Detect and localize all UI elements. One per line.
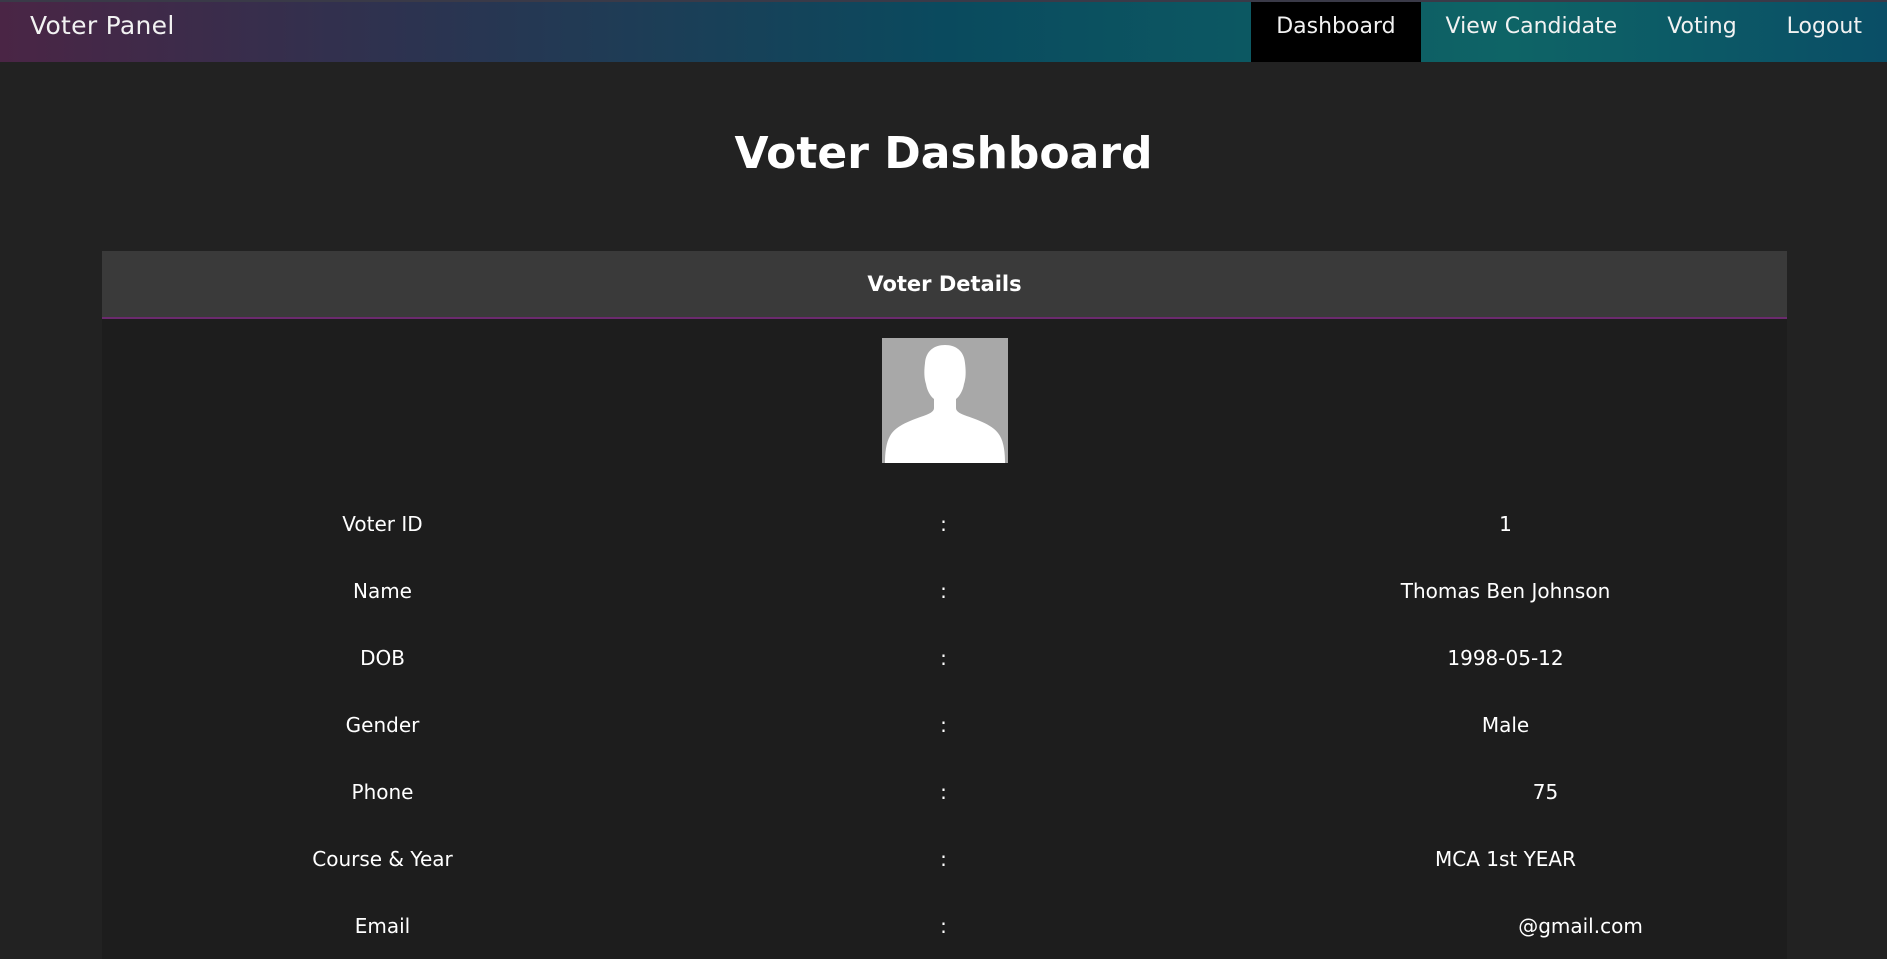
row-value: Thomas Ben Johnson <box>1400 578 1611 603</box>
table-row: Phone : 75 <box>102 758 1787 825</box>
row-separator: : <box>940 846 947 871</box>
person-silhouette-icon <box>885 345 1005 463</box>
nav-logout-link[interactable]: Logout <box>1762 2 1887 62</box>
row-separator: : <box>940 645 947 670</box>
row-separator: : <box>940 779 947 804</box>
nav-voting-link[interactable]: Voting <box>1642 2 1761 62</box>
nav-view-candidate-link[interactable]: View Candidate <box>1421 2 1643 62</box>
voter-details-table: Voter ID : 1 Name : Thomas Ben Johnson D… <box>102 490 1787 959</box>
row-value: 75 <box>1532 779 1559 804</box>
page-title: Voter Dashboard <box>734 128 1153 179</box>
row-separator: : <box>940 578 947 603</box>
row-label: Gender <box>345 712 420 737</box>
table-row: Gender : Male <box>102 691 1787 758</box>
voter-details-card: Voter Details Voter ID : 1 Name : Thomas… <box>102 251 1787 959</box>
avatar <box>882 338 1008 463</box>
row-separator: : <box>940 913 947 938</box>
row-value: @gmail.com <box>1518 913 1643 938</box>
brand-title[interactable]: Voter Panel <box>30 11 175 40</box>
row-label: Email <box>354 913 411 938</box>
nav-dashboard-link[interactable]: Dashboard <box>1251 2 1421 62</box>
row-label: Phone <box>351 779 414 804</box>
row-value: Male <box>1481 712 1530 737</box>
row-value: 1998-05-12 <box>1447 645 1564 670</box>
table-row: Email : @gmail.com <box>102 892 1787 959</box>
table-row: Voter ID : 1 <box>102 490 1787 557</box>
row-separator: : <box>940 511 947 536</box>
row-label: DOB <box>360 645 405 670</box>
top-navbar: Voter Panel Dashboard View Candidate Vot… <box>0 0 1887 62</box>
nav-links: Dashboard View Candidate Voting Logout <box>1251 2 1887 62</box>
table-row: Course & Year : MCA 1st YEAR <box>102 825 1787 892</box>
table-row: Name : Thomas Ben Johnson <box>102 557 1787 624</box>
row-label: Voter ID <box>342 511 423 536</box>
row-label: Course & Year <box>312 846 453 871</box>
row-value: MCA 1st YEAR <box>1434 846 1577 871</box>
row-label: Name <box>352 578 412 603</box>
card-header: Voter Details <box>102 251 1787 319</box>
row-separator: : <box>940 712 947 737</box>
table-row: DOB : 1998-05-12 <box>102 624 1787 691</box>
row-value: 1 <box>1499 511 1512 536</box>
